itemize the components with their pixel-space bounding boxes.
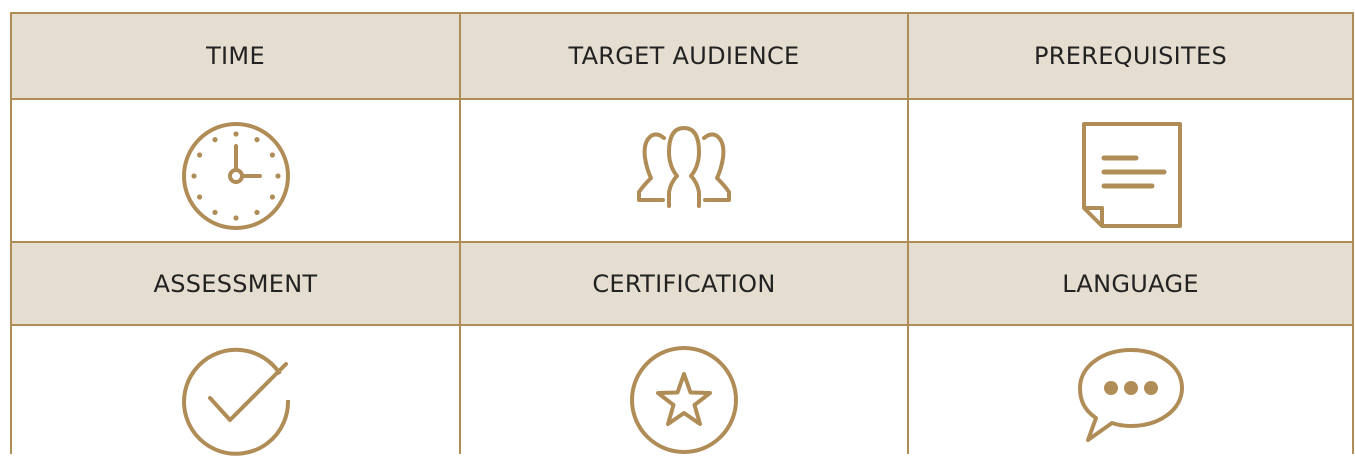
certification-label: CERTIFICATION [592,269,776,298]
assessment-label: ASSESSMENT [153,269,318,298]
header-cell-prerequisites: PREREQUISITES [907,14,1352,98]
star-circle-icon [628,344,740,456]
speech-bubble-icon [1074,344,1188,444]
icon-cell-certification [459,326,907,454]
header-cell-certification: CERTIFICATION [459,243,907,324]
clock-icon [180,120,292,232]
language-label: LANGUAGE [1062,269,1199,298]
people-group-icon [629,120,739,216]
header-row-2: ASSESSMENT CERTIFICATION LANGUAGE [12,241,1352,324]
header-cell-time: TIME [12,14,459,98]
header-cell-target-audience: TARGET AUDIENCE [459,14,907,98]
icon-row-2 [12,324,1352,456]
checkmark-circle-icon [180,344,292,456]
header-row: TIME TARGET AUDIENCE PREREQUISITES [12,14,1352,98]
header-cell-assessment: ASSESSMENT [12,243,459,324]
icon-cell-prerequisites [907,100,1352,241]
icon-cell-time [12,100,459,241]
time-label: TIME [206,42,265,70]
course-info-grid: TIME TARGET AUDIENCE PREREQUISITES ASSES… [10,12,1354,456]
prerequisites-label: PREREQUISITES [1034,42,1227,70]
icon-cell-assessment [12,326,459,456]
icon-row [12,98,1352,241]
target-audience-label: TARGET AUDIENCE [568,42,800,70]
icon-cell-language [907,326,1352,454]
header-cell-language: LANGUAGE [907,243,1352,324]
icon-cell-target-audience [459,100,907,241]
document-note-icon [1076,120,1186,230]
